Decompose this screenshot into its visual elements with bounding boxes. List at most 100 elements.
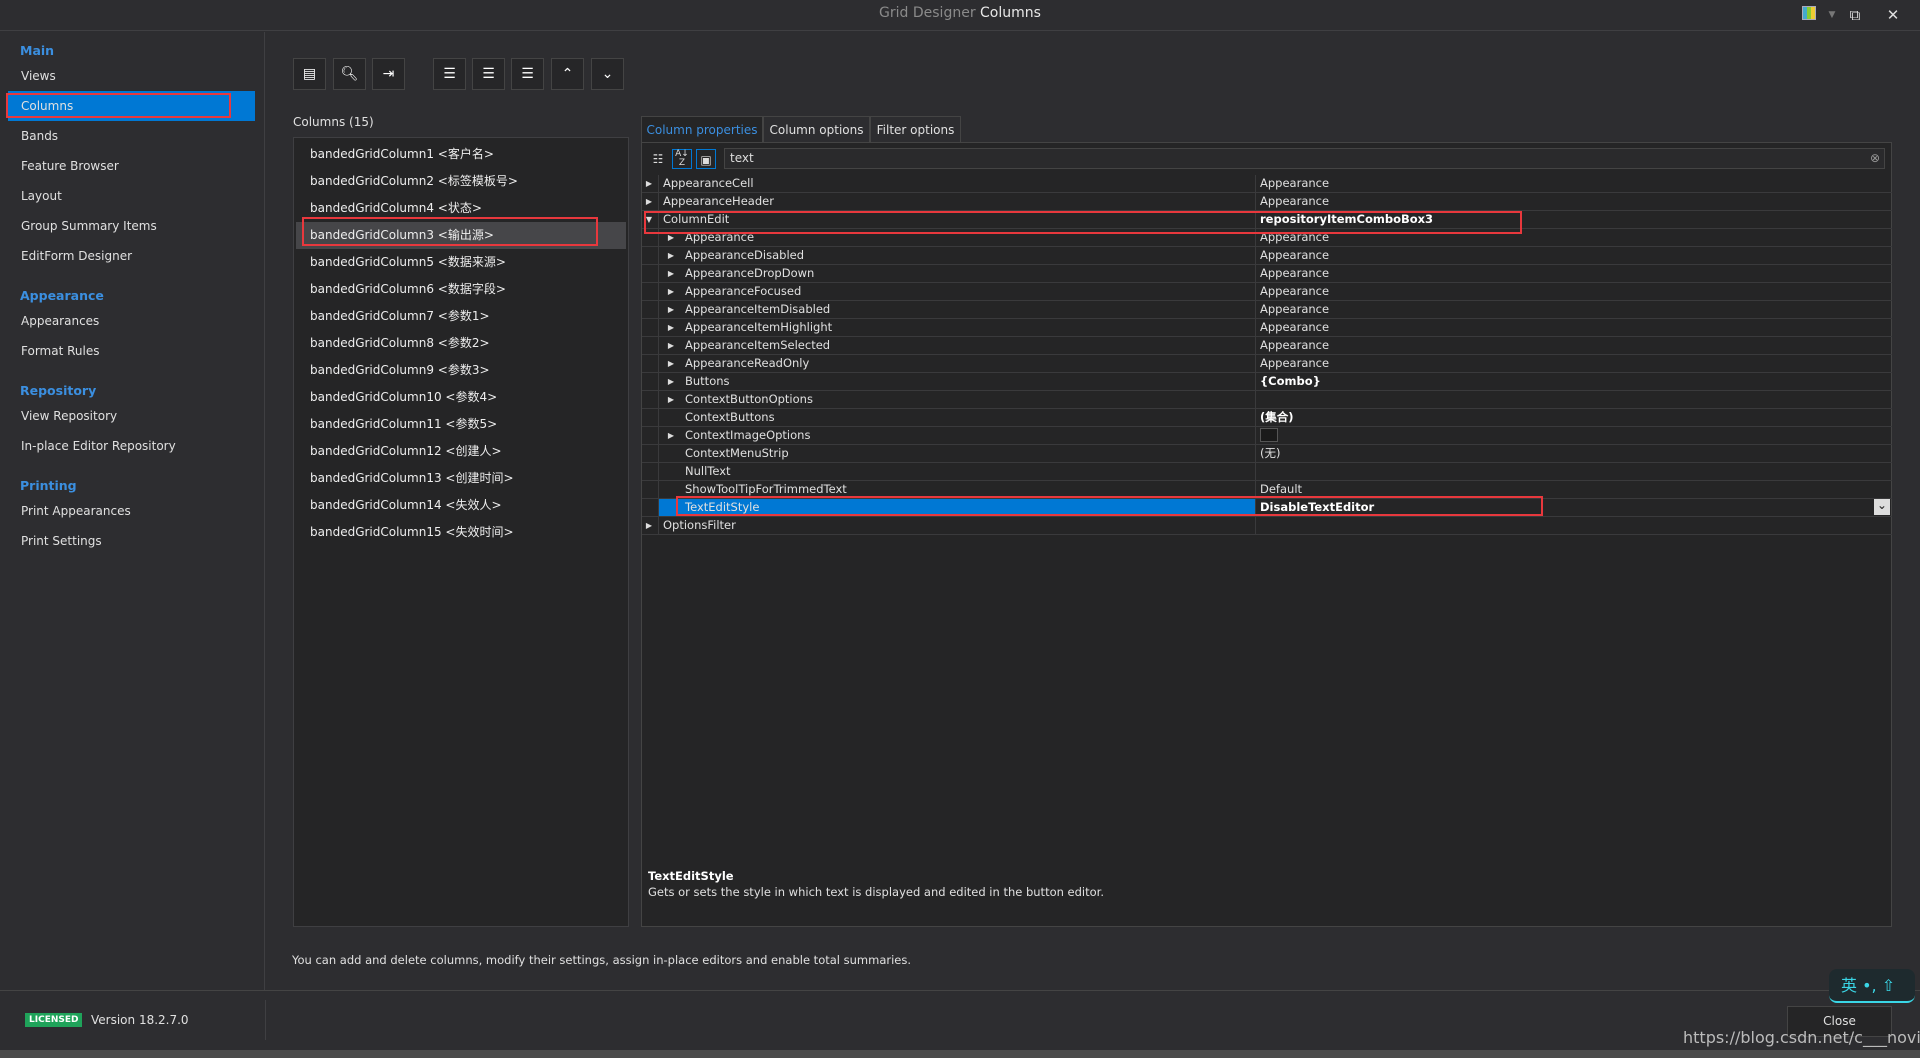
sidebar-item-layout[interactable]: Layout — [8, 181, 255, 211]
property-value[interactable]: Appearance — [1255, 337, 1890, 354]
property-row[interactable]: NullText — [642, 463, 1892, 481]
restore-icon[interactable]: ⧉ — [1843, 4, 1867, 26]
property-value[interactable]: Appearance — [1255, 193, 1890, 210]
sidebar-item-group-summary-items[interactable]: Group Summary Items — [8, 211, 255, 241]
property-value[interactable]: Appearance — [1255, 229, 1890, 246]
column-list-item[interactable]: bandedGridColumn12 <创建人> — [296, 438, 626, 465]
column-list-item[interactable]: bandedGridColumn5 <数据来源> — [296, 249, 626, 276]
add-column-icon[interactable]: ☰ — [433, 58, 466, 90]
sidebar-item-print-appearances[interactable]: Print Appearances — [8, 496, 255, 526]
property-pages-icon[interactable]: ▣ — [696, 149, 716, 169]
expand-icon[interactable]: ▶ — [642, 193, 656, 210]
property-row[interactable]: ▶ AppearanceItemSelected Appearance — [642, 337, 1892, 355]
property-row[interactable]: ▶ AppearanceHeader Appearance — [642, 193, 1892, 211]
move-up-icon[interactable]: ⌃ — [551, 58, 584, 90]
property-name-text: AppearanceCell — [663, 176, 754, 190]
sidebar-item-editform-designer[interactable]: EditForm Designer — [8, 241, 255, 271]
sort-az-icon[interactable]: A↓ Z — [672, 149, 692, 169]
column-list-item[interactable]: bandedGridColumn9 <参数3> — [296, 357, 626, 384]
sidebar-item-format-rules[interactable]: Format Rules — [8, 336, 255, 366]
column-list-item[interactable]: bandedGridColumn8 <参数2> — [296, 330, 626, 357]
property-row[interactable]: ▶ AppearanceDisabled Appearance — [642, 247, 1892, 265]
property-row[interactable]: ▶ AppearanceDropDown Appearance — [642, 265, 1892, 283]
tab-column-options[interactable]: Column options — [763, 116, 870, 143]
property-row[interactable]: TextEditStyle DisableTextEditor ⌄ — [642, 499, 1892, 517]
column-list-item[interactable]: bandedGridColumn7 <参数1> — [296, 303, 626, 330]
column-list-item[interactable]: bandedGridColumn14 <失效人> — [296, 492, 626, 519]
property-row[interactable]: ▶ AppearanceCell Appearance — [642, 175, 1892, 193]
version-label: Version 18.2.7.0 — [91, 1013, 189, 1027]
column-list-item[interactable]: bandedGridColumn3 <输出源> — [296, 222, 626, 249]
columns-list[interactable]: bandedGridColumn1 <客户名> bandedGridColumn2… — [293, 137, 629, 927]
column-list-item[interactable]: bandedGridColumn6 <数据字段> — [296, 276, 626, 303]
sidebar-item-columns[interactable]: Columns — [8, 91, 255, 121]
dropdown-button[interactable]: ⌄ — [1874, 499, 1890, 515]
property-value[interactable]: repositoryItemComboBox3 — [1255, 211, 1890, 228]
sidebar-item-print-settings[interactable]: Print Settings — [8, 526, 255, 556]
property-value[interactable] — [1255, 391, 1890, 408]
property-value[interactable]: (无) — [1255, 445, 1890, 462]
property-name-text: ContextImageOptions — [685, 428, 811, 442]
insert-column-icon[interactable]: ☰ — [472, 58, 505, 90]
property-row[interactable]: ▶ Appearance Appearance — [642, 229, 1892, 247]
property-value[interactable]: DisableTextEditor ⌄ — [1255, 499, 1890, 516]
ime-indicator[interactable]: 英 •, ⇧ — [1829, 969, 1915, 1003]
property-row[interactable]: ▶ AppearanceFocused Appearance — [642, 283, 1892, 301]
palette-icon[interactable] — [1797, 4, 1821, 26]
dropdown-icon[interactable]: ▼ — [1820, 4, 1844, 26]
tab-column-properties[interactable]: Column properties — [641, 116, 763, 143]
expand-icon[interactable]: ▶ — [642, 175, 656, 192]
property-row[interactable]: ▶ AppearanceItemHighlight Appearance — [642, 319, 1892, 337]
sidebar-item-appearances[interactable]: Appearances — [8, 306, 255, 336]
sidebar-item-view-repository[interactable]: View Repository — [8, 401, 255, 431]
property-value[interactable]: (集合) — [1255, 409, 1890, 426]
property-row[interactable]: ▶ AppearanceReadOnly Appearance — [642, 355, 1892, 373]
property-row[interactable]: ▶ ContextImageOptions — [642, 427, 1892, 445]
column-list-item[interactable]: bandedGridColumn11 <参数5> — [296, 411, 626, 438]
property-row[interactable]: ▼ ColumnEdit repositoryItemComboBox3 — [642, 211, 1892, 229]
column-list-item[interactable]: bandedGridColumn2 <标签模板号> — [296, 168, 626, 195]
columns-list-icon[interactable]: ▤ — [293, 58, 326, 90]
column-list-item[interactable]: bandedGridColumn4 <状态> — [296, 195, 626, 222]
property-value[interactable]: Appearance — [1255, 301, 1890, 318]
move-down-icon[interactable]: ⌄ — [591, 58, 624, 90]
property-grid[interactable]: ▶ AppearanceCell Appearance ▶ AppearanceHead… — [642, 175, 1892, 535]
property-row[interactable]: ContextMenuStrip (无) — [642, 445, 1892, 463]
column-list-item[interactable]: bandedGridColumn13 <创建时间> — [296, 465, 626, 492]
close-icon[interactable]: ✕ — [1881, 4, 1905, 26]
column-list-item[interactable]: bandedGridColumn10 <参数4> — [296, 384, 626, 411]
property-row[interactable]: ShowToolTipForTrimmedText Default — [642, 481, 1892, 499]
property-row[interactable]: ▶ AppearanceItemDisabled Appearance — [642, 301, 1892, 319]
property-value-text: Appearance — [1260, 230, 1330, 244]
property-value[interactable]: Appearance — [1255, 319, 1890, 336]
sidebar-item-feature-browser[interactable]: Feature Browser — [8, 151, 255, 181]
property-value[interactable] — [1255, 463, 1890, 480]
sidebar-item-bands[interactable]: Bands — [8, 121, 255, 151]
categorized-icon[interactable]: ☷ — [648, 149, 668, 169]
column-list-item[interactable]: bandedGridColumn15 <失效时间> — [296, 519, 626, 546]
property-value[interactable]: Appearance — [1255, 265, 1890, 282]
property-value[interactable]: Appearance — [1255, 175, 1890, 192]
property-search-input[interactable]: text ⊗ — [724, 148, 1885, 169]
sidebar-item-views[interactable]: Views — [8, 61, 255, 91]
sidebar-item-in-place-editor-repository[interactable]: In-place Editor Repository — [8, 431, 255, 461]
property-value[interactable]: Appearance — [1255, 247, 1890, 264]
tab-filter-options[interactable]: Filter options — [870, 116, 961, 143]
remove-column-icon[interactable]: ☰ — [511, 58, 544, 90]
property-value[interactable] — [1255, 517, 1890, 534]
property-value[interactable]: Default — [1255, 481, 1890, 498]
property-value[interactable]: {Combo} — [1255, 373, 1890, 390]
search-icon[interactable]: 🔍︎ — [333, 58, 366, 90]
property-row[interactable]: ContextButtons (集合) — [642, 409, 1892, 427]
column-list-item[interactable]: bandedGridColumn1 <客户名> — [296, 141, 626, 168]
clear-search-icon[interactable]: ⊗ — [1870, 149, 1880, 168]
property-row[interactable]: ▶ Buttons {Combo} — [642, 373, 1892, 391]
property-row[interactable]: ▶ ContextButtonOptions — [642, 391, 1892, 409]
property-row[interactable]: ▶ OptionsFilter — [642, 517, 1892, 535]
property-value[interactable]: Appearance — [1255, 283, 1890, 300]
expand-icon[interactable]: ▶ — [642, 517, 656, 534]
retrieve-fields-icon[interactable]: ⇥ — [372, 58, 405, 90]
collapse-icon[interactable]: ▼ — [642, 211, 656, 228]
property-value[interactable] — [1255, 427, 1890, 444]
property-value[interactable]: Appearance — [1255, 355, 1890, 372]
